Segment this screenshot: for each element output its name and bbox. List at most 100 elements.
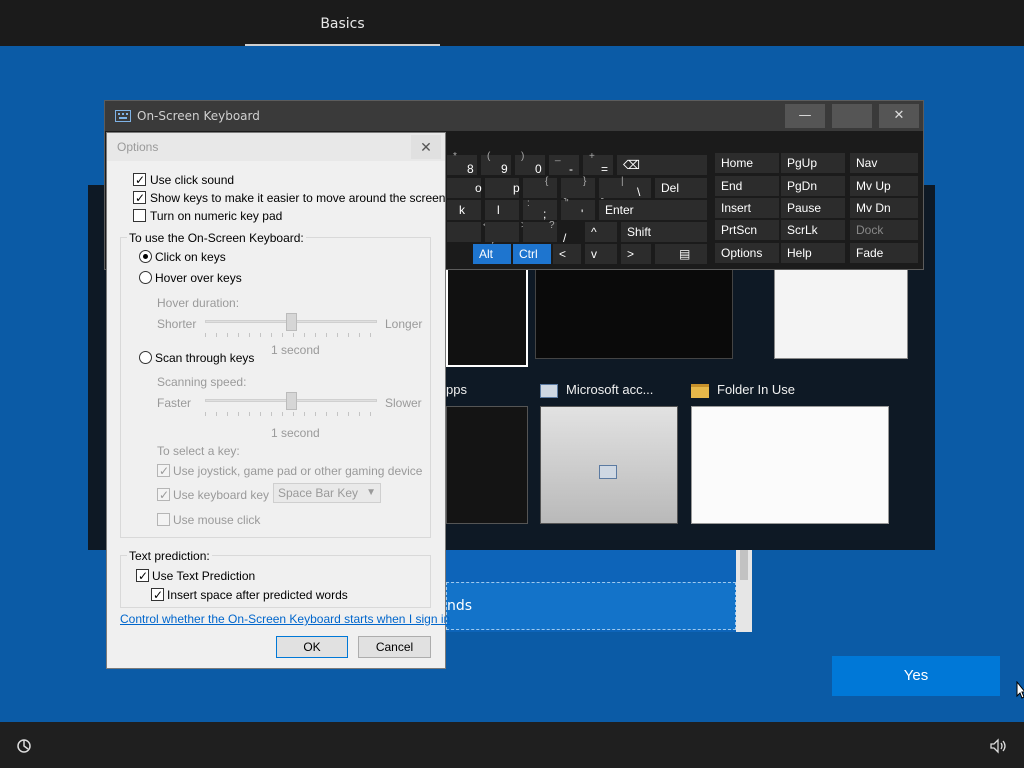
key-del[interactable]: Del <box>655 178 707 198</box>
checkbox-box[interactable] <box>157 486 170 504</box>
osk-titlebar[interactable]: On-Screen Keyboard — ✕ <box>105 101 923 131</box>
checkbox-box[interactable] <box>133 209 146 222</box>
key-up-arrow[interactable]: ^ <box>585 222 617 242</box>
bottom-bar <box>0 722 1024 768</box>
radio-button[interactable] <box>139 250 152 263</box>
key-scrlk[interactable]: ScrLk <box>781 220 845 240</box>
key-menu[interactable]: ▤ <box>655 244 707 264</box>
key-shift[interactable]: Shift <box>621 222 707 242</box>
checkbox-box[interactable] <box>136 567 149 585</box>
key-mv-up[interactable]: Mv Up <box>850 176 918 196</box>
key-period[interactable]: >. <box>485 220 532 245</box>
key-0[interactable]: ) 0 <box>515 151 545 176</box>
scanning-speed-value: 1 second <box>271 426 320 440</box>
close-button[interactable]: ✕ <box>879 104 919 128</box>
key-backspace[interactable]: ⌫ <box>617 155 707 175</box>
hover-duration-slider[interactable] <box>205 313 377 337</box>
ok-button[interactable]: OK <box>276 636 348 658</box>
minimize-button[interactable]: — <box>785 104 825 128</box>
top-bar: Basics <box>0 0 1024 46</box>
key-nav[interactable]: Nav <box>850 153 918 173</box>
checkbox-box[interactable] <box>157 462 170 480</box>
key-right-arrow[interactable]: > <box>621 244 651 264</box>
options-titlebar[interactable]: Options ✕ <box>107 133 445 161</box>
key-pause[interactable]: Pause <box>781 198 845 218</box>
key-down-arrow[interactable]: v <box>585 244 617 264</box>
folder-icon <box>691 383 709 398</box>
key-mv-dn[interactable]: Mv Dn <box>850 198 918 218</box>
scanning-speed-slider[interactable] <box>205 392 377 416</box>
volume-icon[interactable] <box>988 736 1008 756</box>
keyboard-icon <box>115 110 131 122</box>
oobe-list-item[interactable]: nds <box>446 582 736 630</box>
scanning-speed-label: Scanning speed: <box>157 375 247 389</box>
key-dock[interactable]: Dock <box>850 220 918 240</box>
checkbox-box[interactable] <box>133 171 146 189</box>
chevron-down-icon: ▼ <box>366 487 376 498</box>
switcher-tile-label: Microsoft acc... <box>566 382 654 397</box>
longer-label: Longer <box>385 317 423 331</box>
key-quote[interactable]: " ' <box>561 198 595 221</box>
key-minus[interactable]: _ - <box>549 151 579 176</box>
scrollbar-thumb[interactable] <box>740 550 748 580</box>
tab-underline <box>245 44 440 46</box>
hover-duration-value: 1 second <box>271 343 320 357</box>
key-k[interactable]: k <box>447 200 481 220</box>
signin-settings-link[interactable]: Control whether the On-Screen Keyboard s… <box>120 612 450 626</box>
ease-of-access-icon[interactable] <box>14 736 34 756</box>
key-backslash[interactable]: | \ <box>599 176 651 199</box>
key-prtscn[interactable]: PrtScn <box>715 220 779 240</box>
keyboard-key-select[interactable]: Space Bar Key ▼ <box>273 483 381 503</box>
options-close-button[interactable]: ✕ <box>411 135 441 159</box>
key-8[interactable]: * 8 <box>447 151 477 176</box>
slider-thumb[interactable] <box>286 313 297 331</box>
options-title: Options <box>117 140 159 154</box>
backspace-icon: ⌫ <box>623 158 640 172</box>
key-alt[interactable]: Alt <box>473 244 511 264</box>
key-home[interactable]: Home <box>715 153 779 173</box>
key-enter[interactable]: Enter <box>599 200 707 220</box>
app-window-icon <box>599 465 617 479</box>
app-window-icon <box>540 383 558 398</box>
faster-label: Faster <box>157 396 192 410</box>
key-left-arrow[interactable]: < <box>553 244 581 264</box>
osk-title: On-Screen Keyboard <box>137 109 260 123</box>
key-pgup[interactable]: PgUp <box>781 153 845 173</box>
maximize-button[interactable] <box>832 104 872 128</box>
key-equals[interactable]: + = <box>583 151 613 176</box>
key-o[interactable]: o <box>447 178 482 198</box>
shorter-label: Shorter <box>157 317 197 331</box>
key-end[interactable]: End <box>715 176 779 196</box>
key-pgdn[interactable]: PgDn <box>781 176 845 196</box>
key-fade[interactable]: Fade <box>850 243 918 263</box>
oobe-list: nds <box>446 550 752 632</box>
key-options[interactable]: Options <box>715 243 779 263</box>
options-dialog: Options ✕ Use click sound Show keys to m… <box>106 132 450 669</box>
key-l[interactable]: l <box>485 200 519 220</box>
list-scrollbar[interactable] <box>736 550 752 632</box>
hover-duration-label: Hover duration: <box>157 296 240 310</box>
radio-button[interactable] <box>139 271 152 284</box>
checkbox-box[interactable] <box>151 586 164 604</box>
key-slash[interactable]: ? / <box>523 220 566 245</box>
slider-thumb[interactable] <box>286 392 297 410</box>
menu-icon: ▤ <box>679 247 691 261</box>
cancel-button[interactable]: Cancel <box>358 636 431 658</box>
key-9[interactable]: (9 <box>481 151 511 176</box>
to-use-group-title: To use the On-Screen Keyboard: <box>127 231 306 245</box>
yes-button[interactable]: Yes <box>832 656 1000 696</box>
slower-label: Slower <box>385 396 422 410</box>
mouse-cursor-icon <box>1016 681 1024 699</box>
key-p[interactable]: p <box>485 178 520 198</box>
to-select-key-label: To select a key: <box>157 444 240 458</box>
checkbox-box[interactable] <box>157 513 170 526</box>
switcher-tile-label: Folder In Use <box>717 382 796 397</box>
key-help[interactable]: Help <box>781 243 845 263</box>
radio-button[interactable] <box>139 351 152 364</box>
checkbox-box[interactable] <box>133 189 146 207</box>
tab-basics[interactable]: Basics <box>245 0 440 46</box>
key-comma[interactable]: <, <box>447 220 494 245</box>
text-prediction-group-title: Text prediction: <box>127 549 212 563</box>
key-insert[interactable]: Insert <box>715 198 779 218</box>
key-ctrl[interactable]: Ctrl <box>513 244 551 264</box>
